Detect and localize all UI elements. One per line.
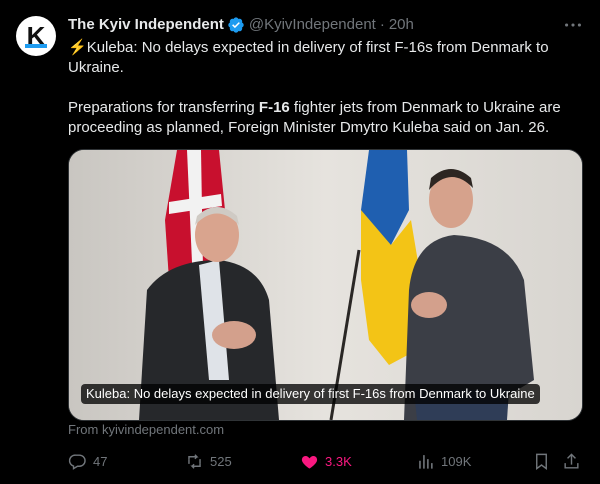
views-count: 109K xyxy=(441,453,472,469)
reply-button[interactable]: 47 xyxy=(68,449,107,473)
share-button[interactable] xyxy=(562,449,581,473)
separator-dot: · xyxy=(379,16,385,33)
repost-count: 525 xyxy=(210,453,232,469)
lightning-icon: ⚡ xyxy=(68,39,87,56)
views-chart-icon xyxy=(419,454,433,469)
verified-badge-icon xyxy=(228,17,244,33)
share-icon xyxy=(564,452,579,469)
heart-icon xyxy=(301,455,318,469)
repost-icon xyxy=(188,453,201,469)
tweet-headline: ⚡Kuleba: No delays expected in delivery … xyxy=(68,38,582,78)
more-horizontal-icon[interactable] xyxy=(562,14,584,36)
avatar-accent-bar xyxy=(25,44,47,48)
card-photo xyxy=(69,150,582,420)
action-bar: 47 525 3.3K 109K xyxy=(68,449,582,473)
link-card-image[interactable]: Kuleba: No delays expected in delivery o… xyxy=(68,149,583,421)
reply-icon xyxy=(68,453,86,470)
tweet[interactable]: K The Kyiv Independent @KyivIndependent … xyxy=(0,0,600,484)
author-name[interactable]: The Kyiv Independent xyxy=(68,15,224,35)
views-button[interactable]: 109K xyxy=(416,449,471,473)
reply-count: 47 xyxy=(93,453,108,469)
bookmark-icon xyxy=(536,453,547,470)
card-source[interactable]: From kyivindependent.com xyxy=(68,421,224,439)
like-button[interactable]: 3.3K xyxy=(300,449,352,473)
headline-text: Kuleba: No delays expected in delivery o… xyxy=(68,39,549,76)
timestamp[interactable]: 20h xyxy=(389,15,414,35)
tweet-header: The Kyiv Independent @KyivIndependent · … xyxy=(68,15,414,35)
tweet-body: Preparations for transferring F-16 fight… xyxy=(68,98,582,138)
repost-button[interactable]: 525 xyxy=(185,449,232,473)
tweet-text: ⚡Kuleba: No delays expected in delivery … xyxy=(68,38,582,138)
body-text-bold: F-16 xyxy=(258,99,290,116)
like-count: 3.3K xyxy=(325,453,352,469)
author-handle[interactable]: @KyivIndependent xyxy=(249,15,376,35)
body-text-start: Preparations for transferring xyxy=(68,99,259,116)
bookmark-button[interactable] xyxy=(532,449,551,473)
avatar[interactable]: K xyxy=(16,16,56,56)
card-caption: Kuleba: No delays expected in delivery o… xyxy=(81,384,540,404)
